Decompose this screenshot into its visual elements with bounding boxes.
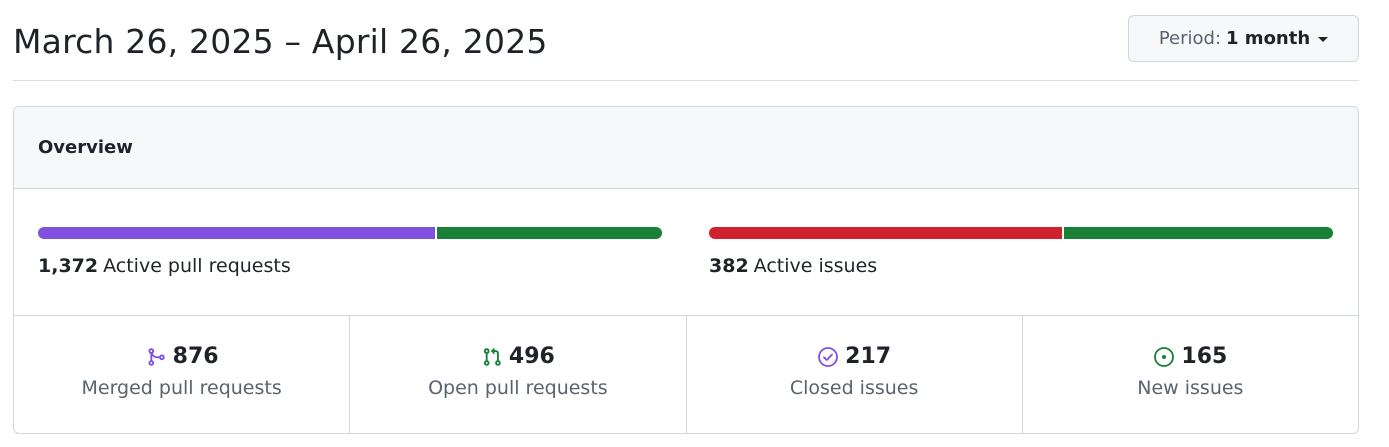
closed-issues-count: 217 <box>845 344 892 369</box>
period-header: March 26, 2025 – April 26, 2025 Period: … <box>13 0 1359 81</box>
overview-stats: 876 Merged pull requests 496 Open pull r… <box>14 316 1358 433</box>
caret-down-icon <box>1318 37 1329 42</box>
merged-pull-requests-label: Merged pull requests <box>81 377 282 399</box>
git-merge-icon <box>145 346 167 368</box>
issues-bar <box>709 227 1333 239</box>
open-pull-requests-segment[interactable] <box>437 227 662 239</box>
overview-header: Overview <box>14 107 1358 189</box>
overview-box: Overview 1,372 Active pull requests 382 Ac… <box>13 106 1359 434</box>
git-pull-request-icon <box>481 346 503 368</box>
new-issues-label: New issues <box>1137 377 1244 399</box>
open-pull-requests-label: Open pull requests <box>428 377 608 399</box>
closed-issues-segment[interactable] <box>709 227 1063 239</box>
active-issues-count: 382 <box>709 255 749 277</box>
active-issues-label: 382 Active issues <box>709 255 877 277</box>
active-pull-requests-count: 1,372 <box>38 255 99 277</box>
merged-pull-requests-segment[interactable] <box>38 227 436 239</box>
date-range-title: March 26, 2025 – April 26, 2025 <box>13 22 548 61</box>
closed-issues-label: Closed issues <box>789 377 919 399</box>
period-value: 1 month <box>1226 28 1311 49</box>
open-pull-requests-count: 496 <box>508 344 555 369</box>
active-pull-requests-text: Active pull requests <box>103 255 291 277</box>
overview-summary: 1,372 Active pull requests 382 Active issu… <box>14 189 1358 316</box>
issue-closed-icon <box>817 346 839 368</box>
stat-new-issues[interactable]: 165 New issues <box>1023 316 1358 433</box>
stat-open-pull-requests[interactable]: 496 Open pull requests <box>350 316 687 433</box>
period-label: Period: <box>1158 28 1222 49</box>
period-select-button[interactable]: Period: 1 month <box>1128 15 1359 62</box>
issue-opened-icon <box>1153 346 1175 368</box>
new-issues-segment[interactable] <box>1064 227 1333 239</box>
new-issues-count: 165 <box>1181 344 1228 369</box>
active-issues-text: Active issues <box>753 255 878 277</box>
pull-requests-bar <box>38 227 662 239</box>
active-pull-requests-label: 1,372 Active pull requests <box>38 255 291 277</box>
stat-closed-issues[interactable]: 217 Closed issues <box>687 316 1023 433</box>
overview-title: Overview <box>38 137 133 158</box>
merged-pull-requests-count: 876 <box>172 344 219 369</box>
stat-merged-pull-requests[interactable]: 876 Merged pull requests <box>14 316 351 433</box>
